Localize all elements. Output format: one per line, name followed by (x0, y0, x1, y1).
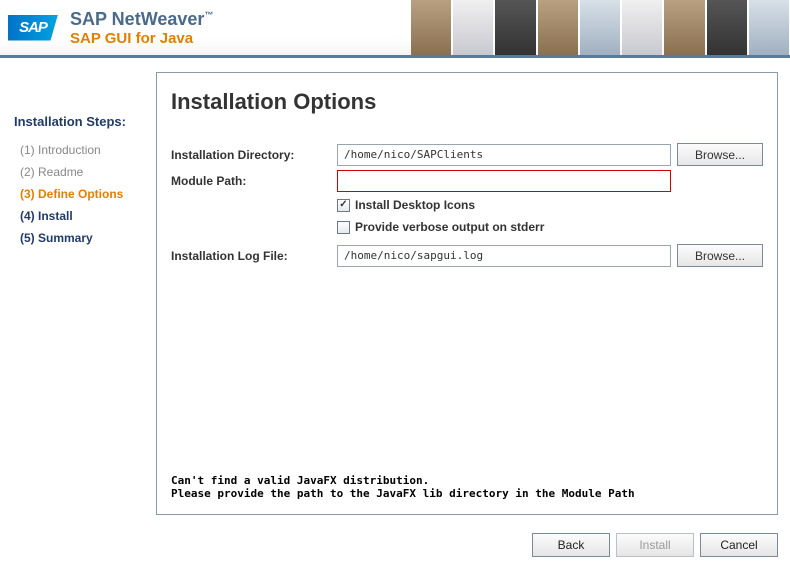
sidebar-title: Installation Steps: (14, 114, 144, 129)
row-log-file: Installation Log File: Browse... (171, 244, 763, 267)
label-log-file: Installation Log File: (171, 249, 331, 263)
input-log-file[interactable] (337, 245, 671, 267)
label-verbose: Provide verbose output on stderr (355, 220, 544, 234)
step-readme[interactable]: (2) Readme (14, 161, 144, 183)
label-module-path: Module Path: (171, 174, 331, 188)
sap-logo: SAP (8, 15, 58, 41)
header-subtitle: SAP GUI for Java (70, 30, 213, 47)
install-button: Install (616, 533, 694, 557)
browse-install-dir-button[interactable]: Browse... (677, 143, 763, 166)
row-desktop-icons[interactable]: ✓ Install Desktop Icons (337, 196, 763, 214)
checkbox-verbose[interactable] (337, 221, 350, 234)
sidebar: Installation Steps: (1) Introduction (2)… (0, 58, 152, 567)
browse-log-file-button[interactable]: Browse... (677, 244, 763, 267)
cancel-button[interactable]: Cancel (700, 533, 778, 557)
step-install[interactable]: (4) Install (14, 205, 144, 227)
row-module-path: Module Path: (171, 170, 763, 192)
step-define-options[interactable]: (3) Define Options (14, 183, 144, 205)
input-install-dir[interactable] (337, 144, 671, 166)
error-message: Can't find a valid JavaFX distribution. … (171, 474, 763, 504)
step-introduction[interactable]: (1) Introduction (14, 139, 144, 161)
checkbox-desktop-icons[interactable]: ✓ (337, 199, 350, 212)
row-install-dir: Installation Directory: Browse... (171, 143, 763, 166)
step-summary[interactable]: (5) Summary (14, 227, 144, 249)
footer: Back Install Cancel (152, 527, 790, 567)
input-module-path[interactable] (337, 170, 671, 192)
header-title-text: SAP NetWeaver (70, 9, 204, 29)
label-desktop-icons: Install Desktop Icons (355, 198, 475, 212)
header-title: SAP NetWeaver™ (70, 9, 213, 30)
header-graphic (410, 0, 790, 55)
back-button[interactable]: Back (532, 533, 610, 557)
header-titles: SAP NetWeaver™ SAP GUI for Java (70, 9, 213, 47)
header: SAP SAP NetWeaver™ SAP GUI for Java (0, 0, 790, 58)
label-install-dir: Installation Directory: (171, 148, 331, 162)
page-title: Installation Options (171, 89, 763, 115)
row-verbose[interactable]: Provide verbose output on stderr (337, 218, 763, 236)
main-panel: Installation Options Installation Direct… (156, 72, 778, 515)
trademark-symbol: ™ (204, 10, 213, 20)
